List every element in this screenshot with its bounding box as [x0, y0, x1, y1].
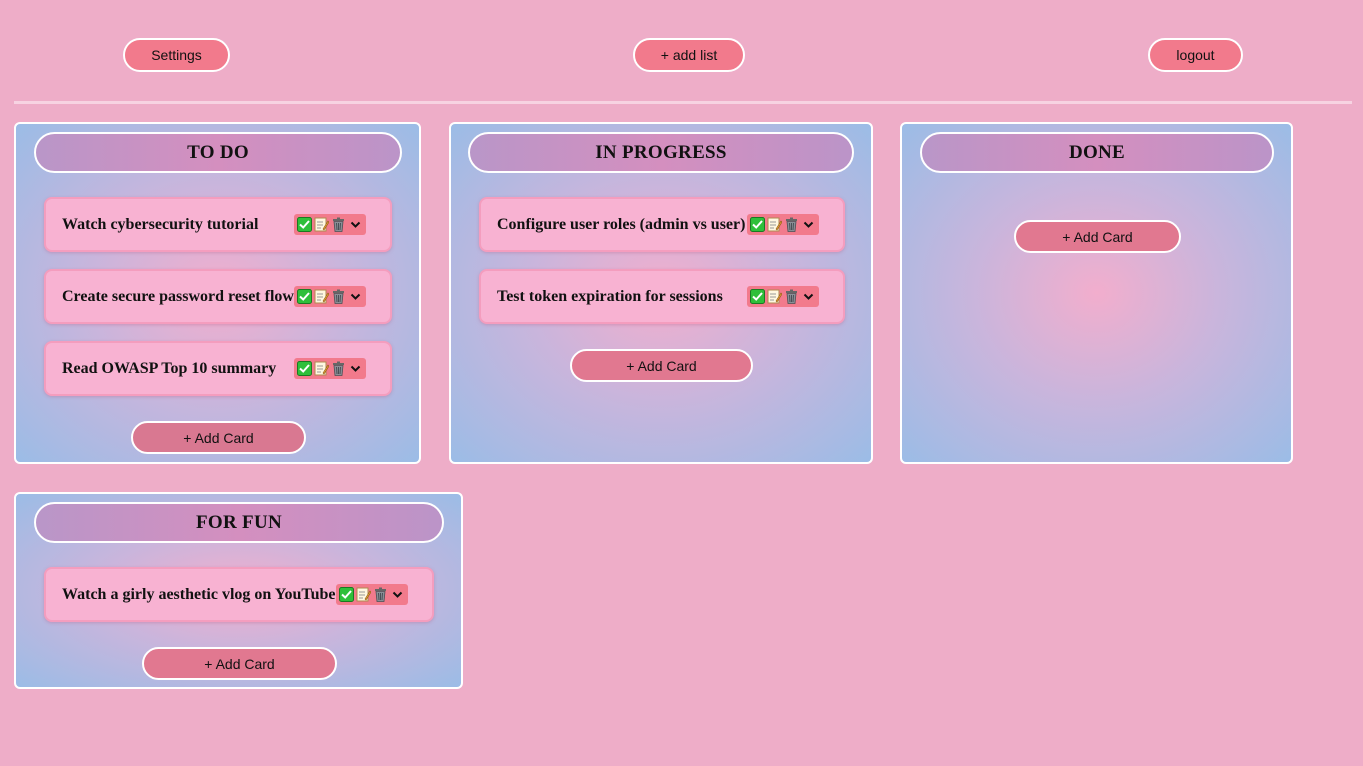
- logout-button[interactable]: logout: [1148, 38, 1243, 72]
- card[interactable]: Watch a girly aesthetic vlog on YouTube: [44, 567, 434, 622]
- card-text: Watch a girly aesthetic vlog on YouTube: [62, 585, 336, 603]
- add-card-button[interactable]: + Add Card: [570, 349, 753, 382]
- edit-note-icon[interactable]: [356, 587, 371, 602]
- chevron-down-icon[interactable]: [348, 289, 363, 304]
- add-card-button[interactable]: + Add Card: [142, 647, 337, 680]
- card-text: Test token expiration for sessions: [497, 287, 723, 305]
- card[interactable]: Configure user roles (admin vs user): [479, 197, 845, 252]
- card-text: Read OWASP Top 10 summary: [62, 359, 277, 377]
- card-actions: [294, 214, 366, 235]
- trash-icon[interactable]: [784, 289, 799, 304]
- check-icon[interactable]: [750, 217, 765, 232]
- check-icon[interactable]: [297, 361, 312, 376]
- add-card-button[interactable]: + Add Card: [131, 421, 306, 454]
- list-todo: TO DO Watch cybersecurity tutorial Creat…: [14, 122, 421, 464]
- card-text: Watch cybersecurity tutorial: [62, 215, 259, 233]
- trash-icon[interactable]: [331, 289, 346, 304]
- card-actions: [294, 358, 366, 379]
- trash-icon[interactable]: [331, 217, 346, 232]
- card-actions: [747, 286, 819, 307]
- list-done: DONE + Add Card: [900, 122, 1293, 464]
- card-actions: [336, 584, 408, 605]
- add-list-button[interactable]: + add list: [633, 38, 745, 72]
- card-actions: [294, 286, 366, 307]
- list-title: DONE: [920, 132, 1274, 173]
- chevron-down-icon[interactable]: [801, 217, 816, 232]
- list-in-progress: IN PROGRESS Configure user roles (admin …: [449, 122, 873, 464]
- card-text: Create secure password reset flow: [62, 287, 294, 305]
- edit-note-icon[interactable]: [314, 289, 329, 304]
- trash-icon[interactable]: [784, 217, 799, 232]
- edit-note-icon[interactable]: [314, 361, 329, 376]
- add-card-button[interactable]: + Add Card: [1014, 220, 1181, 253]
- list-for-fun: FOR FUN Watch a girly aesthetic vlog on …: [14, 492, 463, 689]
- trash-icon[interactable]: [331, 361, 346, 376]
- settings-button[interactable]: Settings: [123, 38, 230, 72]
- check-icon[interactable]: [297, 289, 312, 304]
- card[interactable]: Watch cybersecurity tutorial: [44, 197, 392, 252]
- card-text: Configure user roles (admin vs user): [497, 215, 746, 233]
- edit-note-icon[interactable]: [767, 217, 782, 232]
- list-title: IN PROGRESS: [468, 132, 854, 173]
- card[interactable]: Read OWASP Top 10 summary: [44, 341, 392, 396]
- list-title: FOR FUN: [34, 502, 444, 543]
- edit-note-icon[interactable]: [767, 289, 782, 304]
- check-icon[interactable]: [339, 587, 354, 602]
- edit-note-icon[interactable]: [314, 217, 329, 232]
- trash-icon[interactable]: [373, 587, 388, 602]
- card[interactable]: Test token expiration for sessions: [479, 269, 845, 324]
- card[interactable]: Create secure password reset flow: [44, 269, 392, 324]
- card-actions: [747, 214, 819, 235]
- check-icon[interactable]: [297, 217, 312, 232]
- chevron-down-icon[interactable]: [390, 587, 405, 602]
- chevron-down-icon[interactable]: [348, 361, 363, 376]
- chevron-down-icon[interactable]: [348, 217, 363, 232]
- check-icon[interactable]: [750, 289, 765, 304]
- list-title: TO DO: [34, 132, 402, 173]
- header-divider: [14, 101, 1352, 104]
- chevron-down-icon[interactable]: [801, 289, 816, 304]
